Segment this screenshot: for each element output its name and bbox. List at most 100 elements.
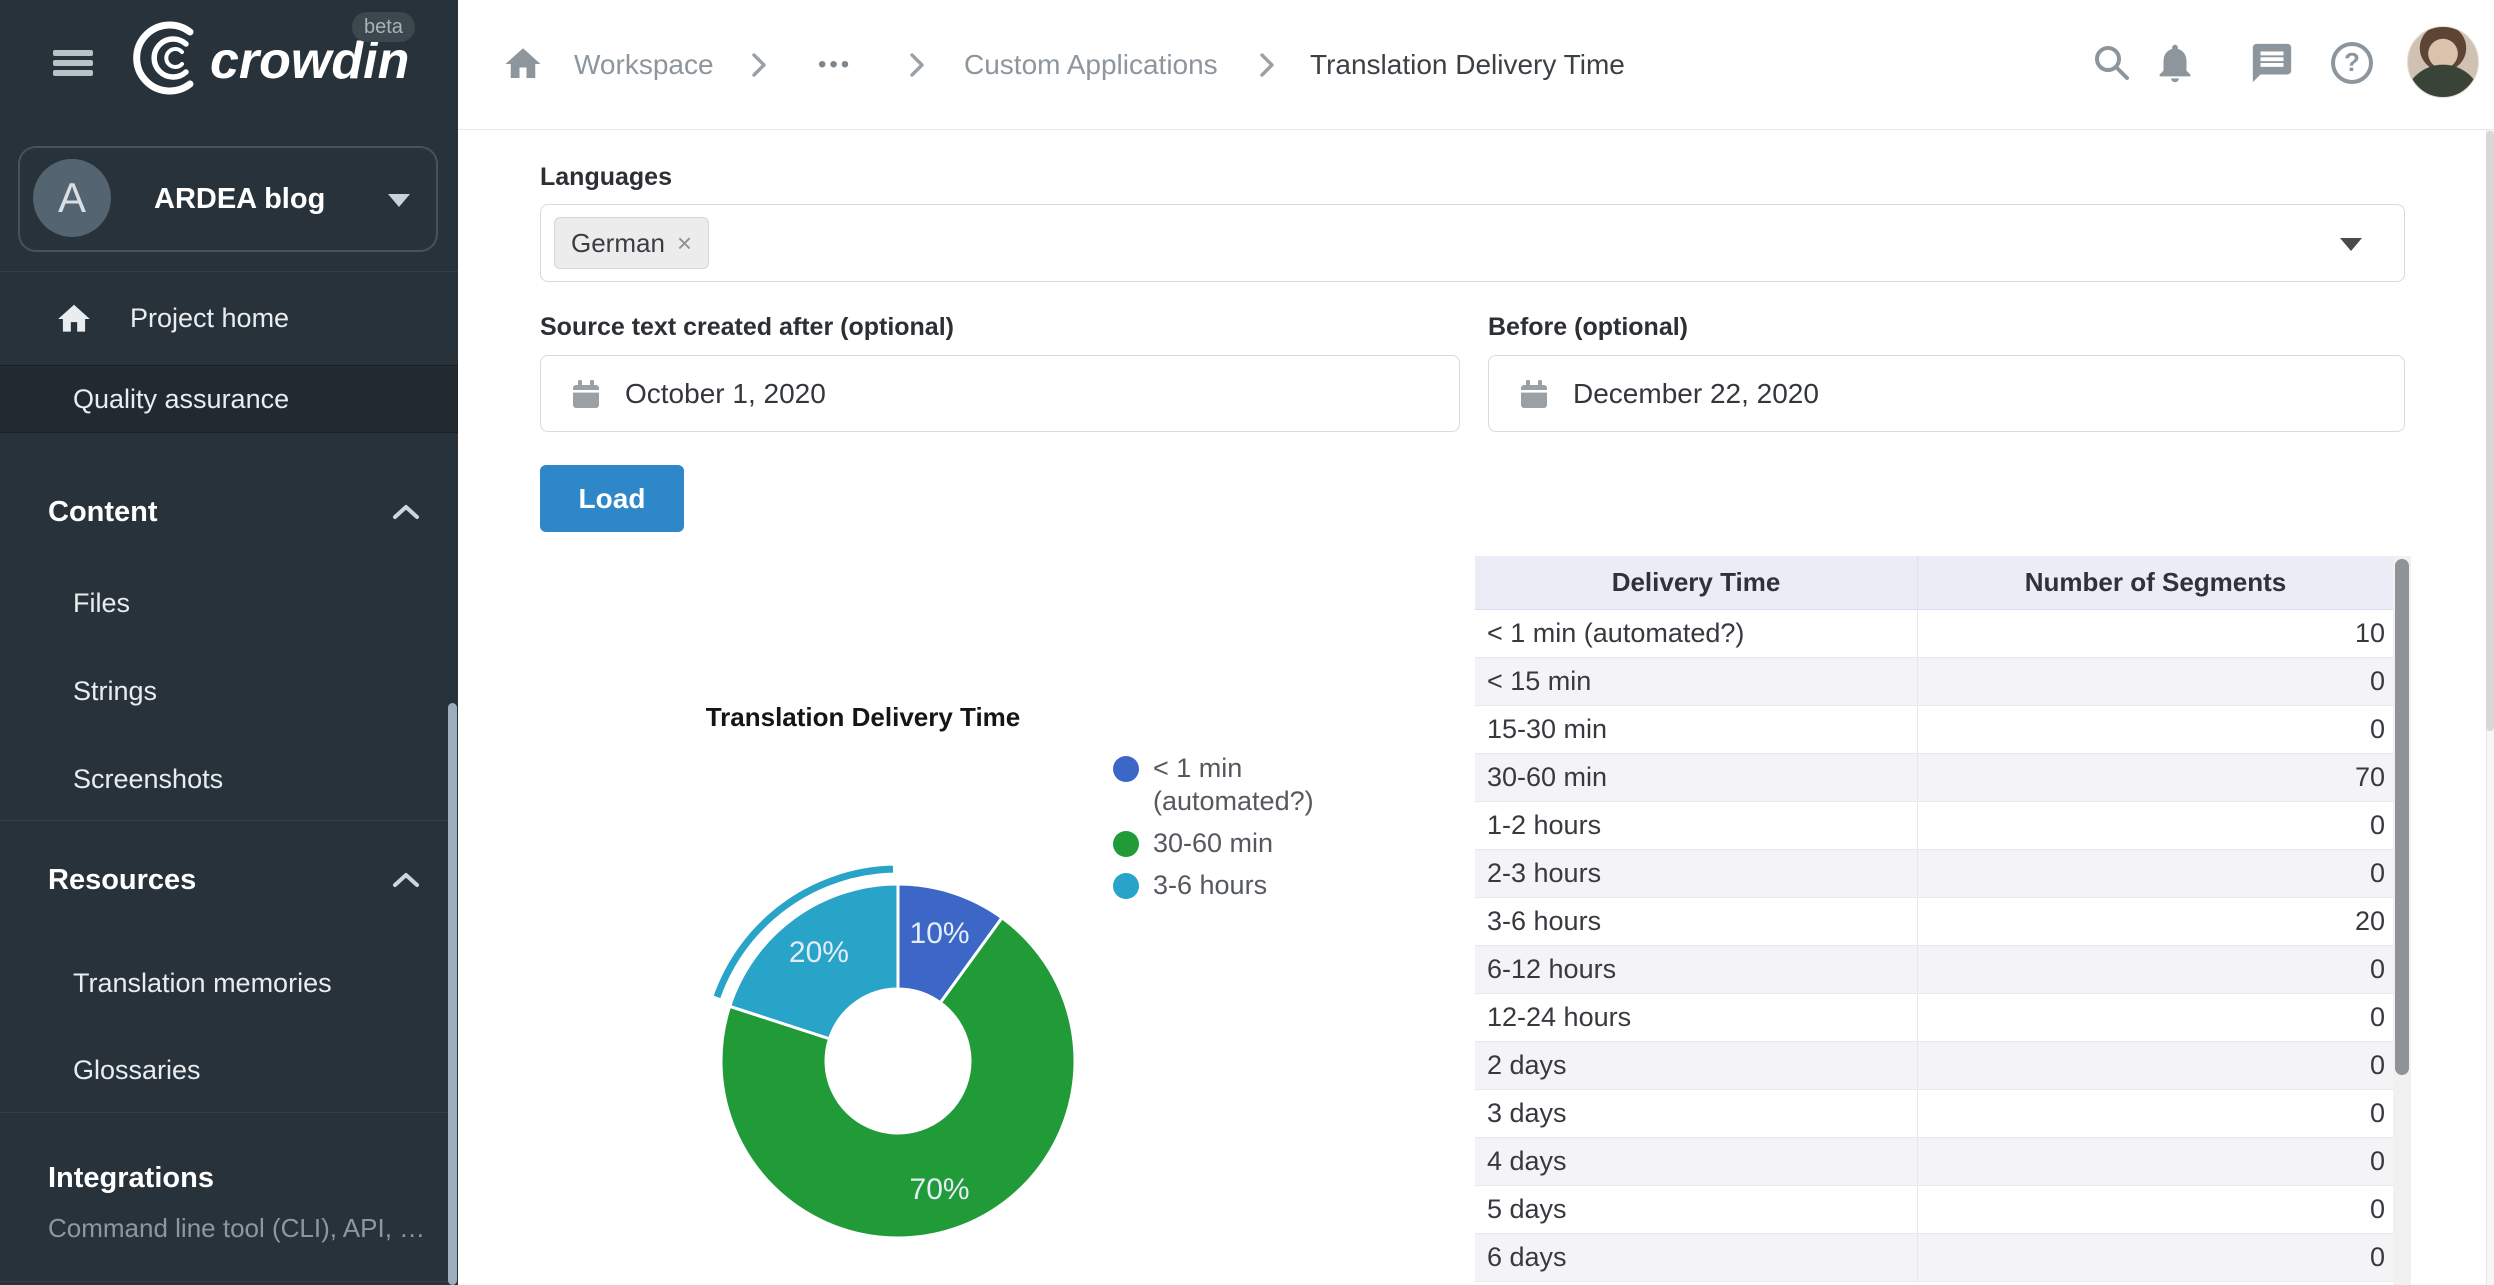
table-cell-value: 0 (1917, 1090, 2411, 1137)
table-row[interactable]: 15-30 min 0 (1475, 706, 2411, 754)
after-date-label: Source text created after (optional) (540, 313, 954, 342)
table-scrollbar-thumb[interactable] (2395, 559, 2409, 1075)
legend-dot-teal (1113, 873, 1139, 899)
notifications-bell-icon[interactable] (2152, 40, 2198, 86)
chevron-up-icon (392, 504, 420, 520)
table-cell-label: 3 days (1475, 1090, 1917, 1137)
main-content: Languages German × Source text created a… (458, 130, 2494, 1285)
load-button[interactable]: Load (540, 465, 684, 532)
chart-title: Translation Delivery Time (563, 702, 1163, 733)
table-row[interactable]: < 1 min (automated?) 10 (1475, 610, 2411, 658)
table-cell-value: 0 (1917, 658, 2411, 705)
table-cell-label: 2-3 hours (1475, 850, 1917, 897)
legend-dot-blue (1113, 756, 1139, 782)
pie-slice-label: 10% (910, 917, 970, 950)
table-row[interactable]: 2 days 0 (1475, 1042, 2411, 1090)
table-row[interactable]: 3 days 0 (1475, 1090, 2411, 1138)
table-cell-label: < 1 min (automated?) (1475, 610, 1917, 657)
user-avatar[interactable] (2407, 26, 2479, 98)
table-row[interactable]: 2-3 hours 0 (1475, 850, 2411, 898)
donut-chart[interactable]: 10%70%20% (698, 861, 1098, 1261)
svg-text:?: ? (2344, 47, 2360, 77)
table-cell-value: 0 (1917, 994, 2411, 1041)
table-cell-value: 20 (1917, 898, 2411, 945)
table-cell-value: 0 (1917, 1234, 2411, 1281)
help-icon[interactable]: ? (2329, 40, 2375, 86)
table-row[interactable]: 4 days 0 (1475, 1138, 2411, 1186)
divider (0, 820, 458, 821)
legend-label-line2: (automated?) (1153, 786, 1314, 816)
table-cell-value: 70 (1917, 754, 2411, 801)
table-cell-value: 0 (1917, 802, 2411, 849)
page-scrollbar-thumb[interactable] (2486, 131, 2494, 731)
table-header-number-of-segments: Number of Segments (1917, 556, 2411, 609)
sidebar: crowdin beta A ARDEA blog Project home Q… (0, 0, 458, 1285)
messages-chat-icon[interactable] (2249, 40, 2295, 86)
table-cell-value: 10 (1917, 610, 2411, 657)
table-cell-label: 6 days (1475, 1234, 1917, 1281)
after-date-input[interactable]: October 1, 2020 (540, 355, 1460, 432)
table-cell-label: 6-12 hours (1475, 946, 1917, 993)
hamburger-menu-icon[interactable] (53, 50, 93, 76)
sidebar-section-resources[interactable]: Resources (0, 850, 458, 910)
sidebar-item-strings[interactable]: Strings (0, 664, 458, 718)
remove-tag-icon[interactable]: × (677, 228, 692, 259)
table-row[interactable]: 6 days 0 (1475, 1234, 2411, 1282)
calendar-icon (1517, 377, 1551, 411)
table-row[interactable]: 1-2 hours 0 (1475, 802, 2411, 850)
language-tag-german[interactable]: German × (554, 217, 709, 269)
legend-item[interactable]: < 1 min(automated?) (1113, 752, 1314, 818)
select-caret-down-icon (2340, 238, 2362, 251)
pie-slice-label: 70% (910, 1173, 970, 1206)
sidebar-scrollbar[interactable] (448, 703, 457, 1285)
sidebar-item-project-home[interactable]: Project home (0, 272, 458, 365)
table-row[interactable]: 6-12 hours 0 (1475, 946, 2411, 994)
table-cell-value: 0 (1917, 1138, 2411, 1185)
table-cell-label: 15-30 min (1475, 706, 1917, 753)
table-cell-label: < 15 min (1475, 658, 1917, 705)
table-cell-value: 0 (1917, 1186, 2411, 1233)
breadcrumb-item-custom-applications[interactable]: Custom Applications (964, 0, 1218, 130)
table-row[interactable]: 12-24 hours 0 (1475, 994, 2411, 1042)
table-row[interactable]: < 15 min 0 (1475, 658, 2411, 706)
divider (0, 1281, 458, 1282)
project-name: ARDEA blog (154, 148, 325, 250)
sidebar-section-integrations[interactable]: Integrations (0, 1150, 458, 1206)
before-date-input[interactable]: December 22, 2020 (1488, 355, 2405, 432)
breadcrumb-home-icon[interactable] (502, 43, 544, 85)
breadcrumb-item-workspace[interactable]: Workspace (574, 0, 714, 130)
project-selector[interactable]: A ARDEA blog (18, 146, 438, 252)
table-row[interactable]: 30-60 min 70 (1475, 754, 2411, 802)
sidebar-section-content[interactable]: Content (0, 482, 458, 542)
page-scrollbar-track[interactable] (2486, 130, 2494, 1285)
table-row[interactable]: 3-6 hours 20 (1475, 898, 2411, 946)
languages-select[interactable]: German × (540, 204, 2405, 282)
chevron-up-icon (392, 872, 420, 888)
sidebar-item-screenshots[interactable]: Screenshots (0, 752, 458, 806)
legend-label: 30-60 min (1153, 827, 1273, 860)
table-cell-label: 4 days (1475, 1138, 1917, 1185)
breadcrumb-item-current-page: Translation Delivery Time (1310, 0, 1625, 130)
sidebar-item-glossaries[interactable]: Glossaries (0, 1043, 458, 1097)
project-avatar: A (33, 159, 111, 237)
legend-item[interactable]: 30-60 min (1113, 827, 1314, 860)
sidebar-item-files[interactable]: Files (0, 576, 458, 630)
legend-label: < 1 min (1153, 753, 1242, 783)
breadcrumb-item-ellipsis[interactable]: ••• (818, 0, 852, 130)
chart-legend: < 1 min(automated?) 30-60 min 3-6 hours (1113, 752, 1314, 902)
delivery-time-table: Delivery Time Number of Segments < 1 min… (1475, 556, 2411, 1285)
legend-item[interactable]: 3-6 hours (1113, 869, 1314, 902)
table-cell-value: 0 (1917, 706, 2411, 753)
table-cell-label: 5 days (1475, 1186, 1917, 1233)
calendar-icon (569, 377, 603, 411)
top-bar: Workspace ••• Custom Applications Transl… (458, 0, 2494, 130)
beta-badge: beta (352, 12, 415, 42)
app-window: crowdin beta A ARDEA blog Project home Q… (0, 0, 2494, 1285)
table-cell-label: 12-24 hours (1475, 994, 1917, 1041)
languages-label: Languages (540, 163, 672, 192)
table-row[interactable]: 5 days 0 (1475, 1186, 2411, 1234)
search-icon[interactable] (2089, 40, 2135, 86)
table-cell-value: 0 (1917, 946, 2411, 993)
sidebar-item-translation-memories[interactable]: Translation memories (0, 956, 458, 1010)
sidebar-item-quality-assurance[interactable]: Quality assurance (0, 365, 458, 433)
